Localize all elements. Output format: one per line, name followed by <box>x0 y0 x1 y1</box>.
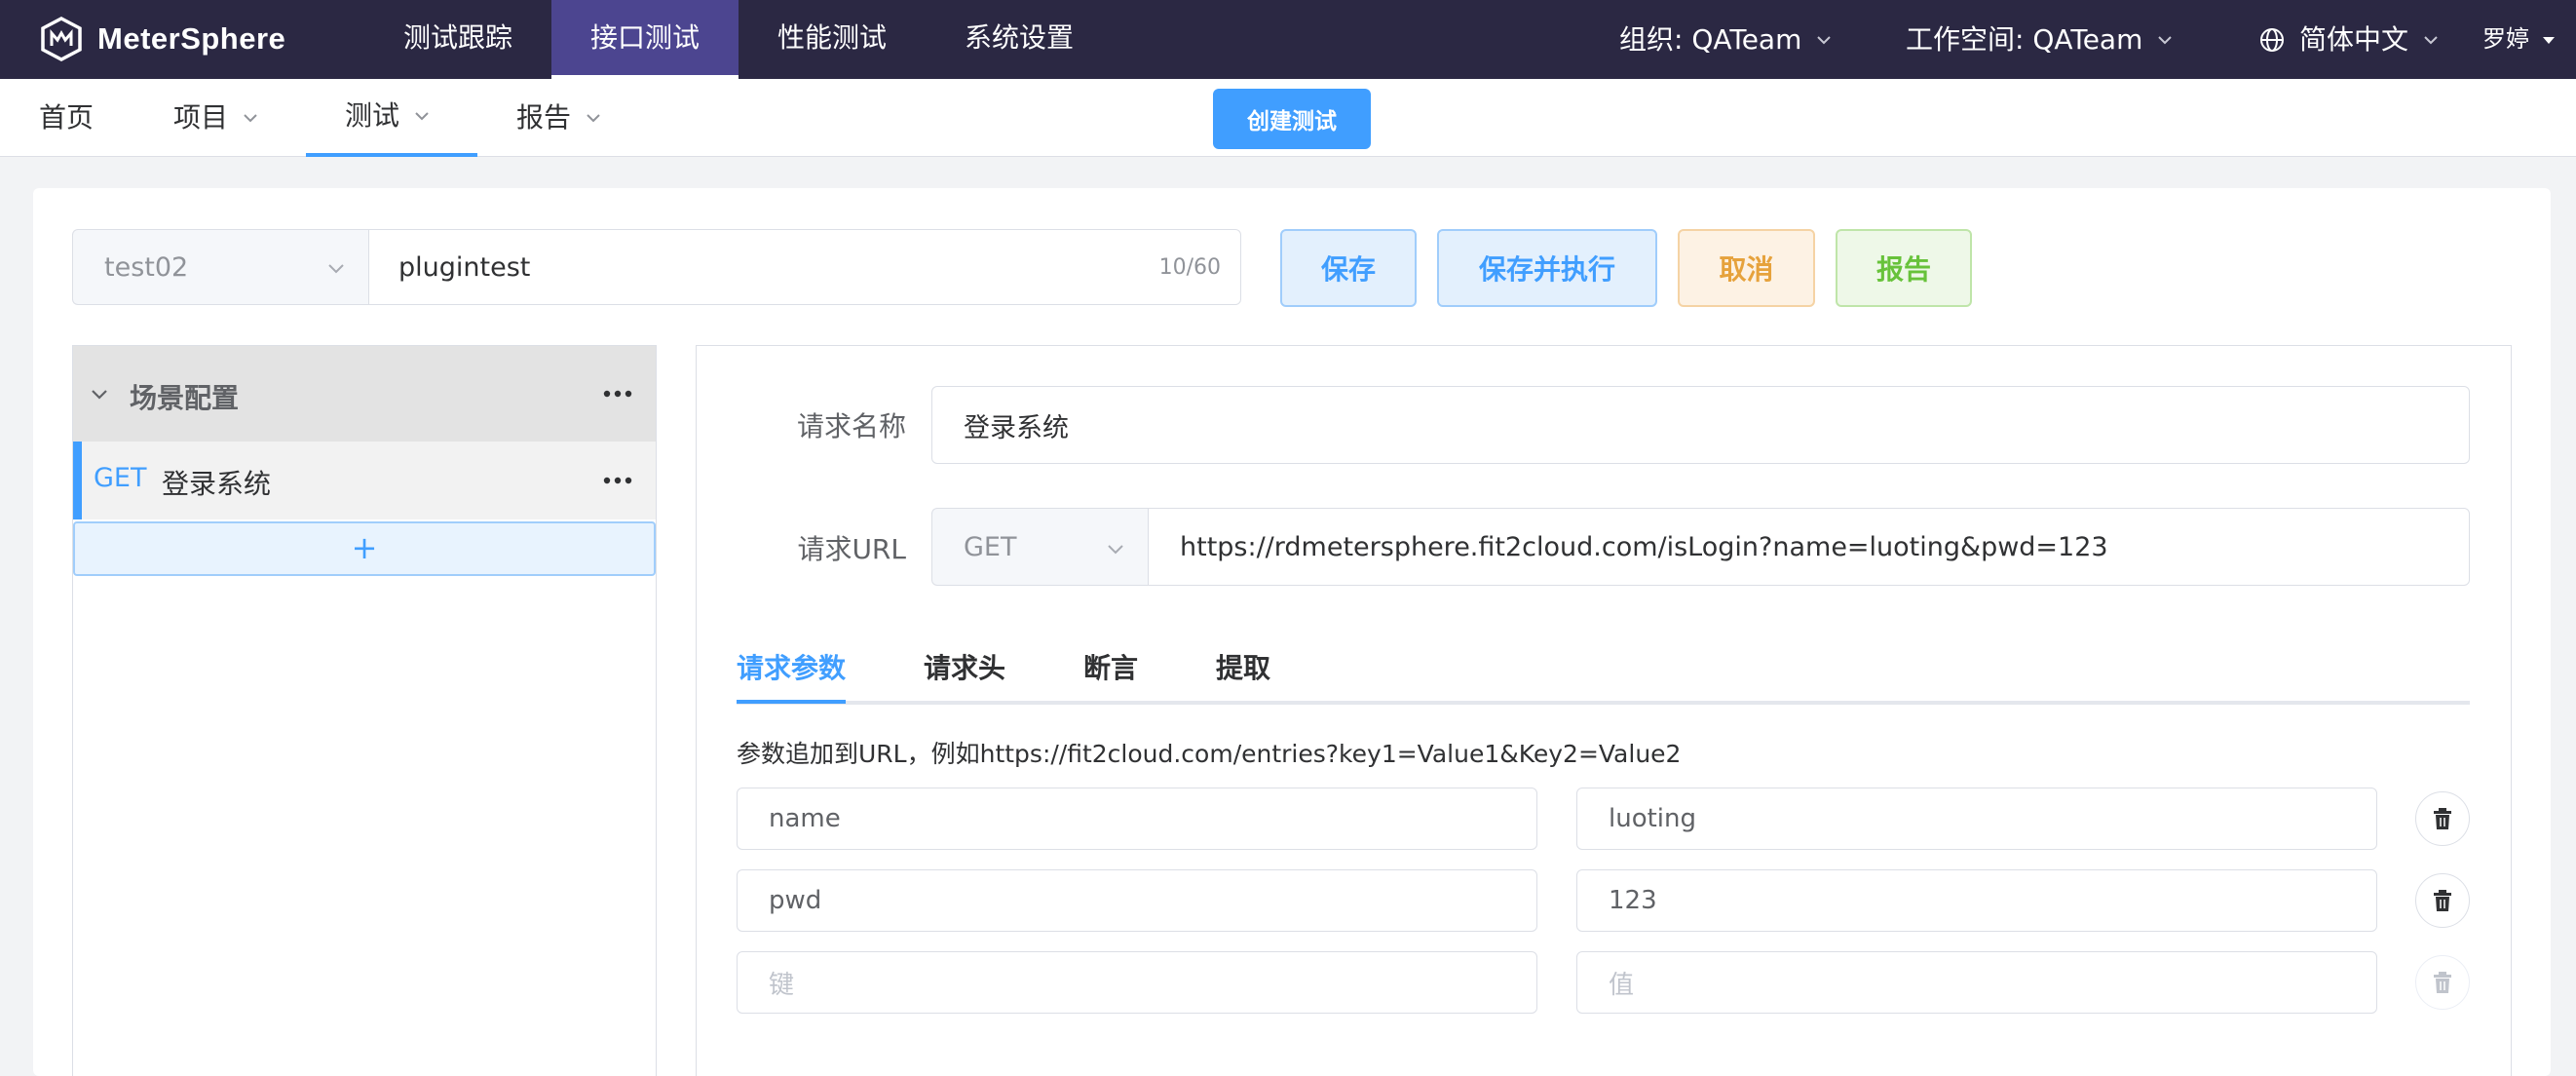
method-select-value: GET <box>964 531 1017 562</box>
param-key-input[interactable]: name <box>737 788 1537 850</box>
trash-icon <box>2434 972 2451 993</box>
param-key-value: pwd <box>769 886 822 915</box>
chevron-down-icon <box>415 112 429 121</box>
param-key-input[interactable]: pwd <box>737 869 1537 932</box>
workspace-label: 工作空间: QATeam <box>1906 23 2143 56</box>
trash-icon <box>2434 808 2451 829</box>
tab-request-params[interactable]: 请求参数 <box>737 647 846 704</box>
cancel-button[interactable]: 取消 <box>1678 229 1815 307</box>
chevron-down-icon <box>1817 35 1832 44</box>
workspace-switcher[interactable]: 工作空间: QATeam <box>1906 0 2174 79</box>
param-value-value: 123 <box>1609 886 1657 915</box>
user-menu[interactable]: 罗婷 <box>2482 0 2557 79</box>
top-menu-performance-test[interactable]: 性能测试 <box>746 0 918 79</box>
test-name-input[interactable]: plugintest 10/60 <box>368 229 1241 305</box>
request-name-label: 请求名称 <box>796 410 906 442</box>
top-navbar: MeterSphere 测试跟踪 接口测试 性能测试 系统设置 组织: QATe… <box>0 0 2576 79</box>
chevron-down-icon <box>1108 545 1123 555</box>
caret-down-icon <box>2543 36 2555 44</box>
scenario-header-title: 场景配置 <box>130 382 240 414</box>
request-url-value: https://rdmetersphere.fit2cloud.com/isLo… <box>1180 531 2108 562</box>
method-select[interactable]: GET <box>931 508 1148 586</box>
request-url-label: 请求URL <box>797 533 906 565</box>
add-request-button[interactable]: + <box>73 521 656 576</box>
param-value-value: luoting <box>1609 804 1697 833</box>
tab-request-headers[interactable]: 请求头 <box>924 647 1005 704</box>
globe-icon <box>2260 27 2284 52</box>
scenario-request-item[interactable]: GET 登录系统 <box>73 442 656 519</box>
request-item-name: 登录系统 <box>162 468 272 500</box>
delete-param-button[interactable] <box>2415 873 2470 928</box>
create-test-button[interactable]: 创建测试 <box>1213 89 1371 149</box>
save-button[interactable]: 保存 <box>1280 229 1417 307</box>
param-key-placeholder: 键 <box>769 970 795 1000</box>
language-switcher[interactable]: 简体中文 <box>2258 0 2440 79</box>
scenario-panel: 场景配置 GET 登录系统 + <box>72 345 657 1076</box>
chevron-down-icon <box>328 264 344 274</box>
subnav-project[interactable]: 项目 <box>173 79 259 157</box>
chevron-down-icon <box>587 114 600 123</box>
request-method-tag: GET <box>94 463 147 493</box>
param-value-input[interactable]: 123 <box>1576 869 2377 932</box>
more-icon[interactable] <box>603 477 632 484</box>
secondary-navbar: 首页 项目 测试 报告 创建测试 <box>0 79 2576 157</box>
user-name: 罗婷 <box>2482 25 2529 53</box>
delete-param-button-disabled <box>2415 955 2470 1010</box>
app-logo[interactable]: MeterSphere <box>39 17 286 61</box>
org-switcher[interactable]: 组织: QATeam <box>1619 0 1833 79</box>
top-menu-api-test[interactable]: 接口测试 <box>551 0 739 79</box>
subnav-home[interactable]: 首页 <box>39 79 94 157</box>
top-menu-test-track[interactable]: 测试跟踪 <box>372 0 544 79</box>
tab-assertions[interactable]: 断言 <box>1083 647 1138 704</box>
param-value-input[interactable]: luoting <box>1576 788 2377 850</box>
scenario-header[interactable]: 场景配置 <box>73 346 656 442</box>
report-button[interactable]: 报告 <box>1836 229 1972 307</box>
chevron-down-icon <box>92 390 107 400</box>
chevron-down-icon <box>2158 35 2173 44</box>
language-label: 简体中文 <box>2299 23 2409 56</box>
delete-param-button[interactable] <box>2415 791 2470 846</box>
save-and-run-button[interactable]: 保存并执行 <box>1437 229 1657 307</box>
project-select-value: test02 <box>104 251 189 283</box>
subnav-report[interactable]: 报告 <box>516 79 602 157</box>
param-value-input[interactable]: 值 <box>1576 951 2377 1014</box>
request-url-input[interactable]: https://rdmetersphere.fit2cloud.com/isLo… <box>1148 508 2470 586</box>
more-icon[interactable] <box>603 390 632 398</box>
param-key-input[interactable]: 键 <box>737 951 1537 1014</box>
test-name-value: plugintest <box>398 251 531 283</box>
request-name-value: 登录系统 <box>964 412 1069 443</box>
app-name: MeterSphere <box>97 21 286 56</box>
metersphere-logo-icon <box>41 17 82 61</box>
subnav-test[interactable]: 测试 <box>306 79 477 157</box>
project-select[interactable]: test02 <box>72 229 368 305</box>
name-char-counter: 10/60 <box>1158 255 1221 280</box>
param-key-value: name <box>769 804 841 833</box>
chevron-down-icon <box>2424 35 2438 44</box>
tab-extract[interactable]: 提取 <box>1216 647 1270 704</box>
top-menu-system-settings[interactable]: 系统设置 <box>933 0 1105 79</box>
subnav-project-label: 项目 <box>173 101 229 134</box>
subnav-report-label: 报告 <box>516 101 572 134</box>
trash-icon <box>2434 890 2451 911</box>
org-label: 组织: QATeam <box>1619 23 1802 56</box>
chevron-down-icon <box>244 114 257 123</box>
param-value-placeholder: 值 <box>1609 970 1635 1000</box>
subnav-test-label: 测试 <box>345 99 400 132</box>
request-name-input[interactable]: 登录系统 <box>931 386 2470 464</box>
params-hint: 参数追加到URL，例如https://fit2cloud.com/entries… <box>737 740 1682 768</box>
